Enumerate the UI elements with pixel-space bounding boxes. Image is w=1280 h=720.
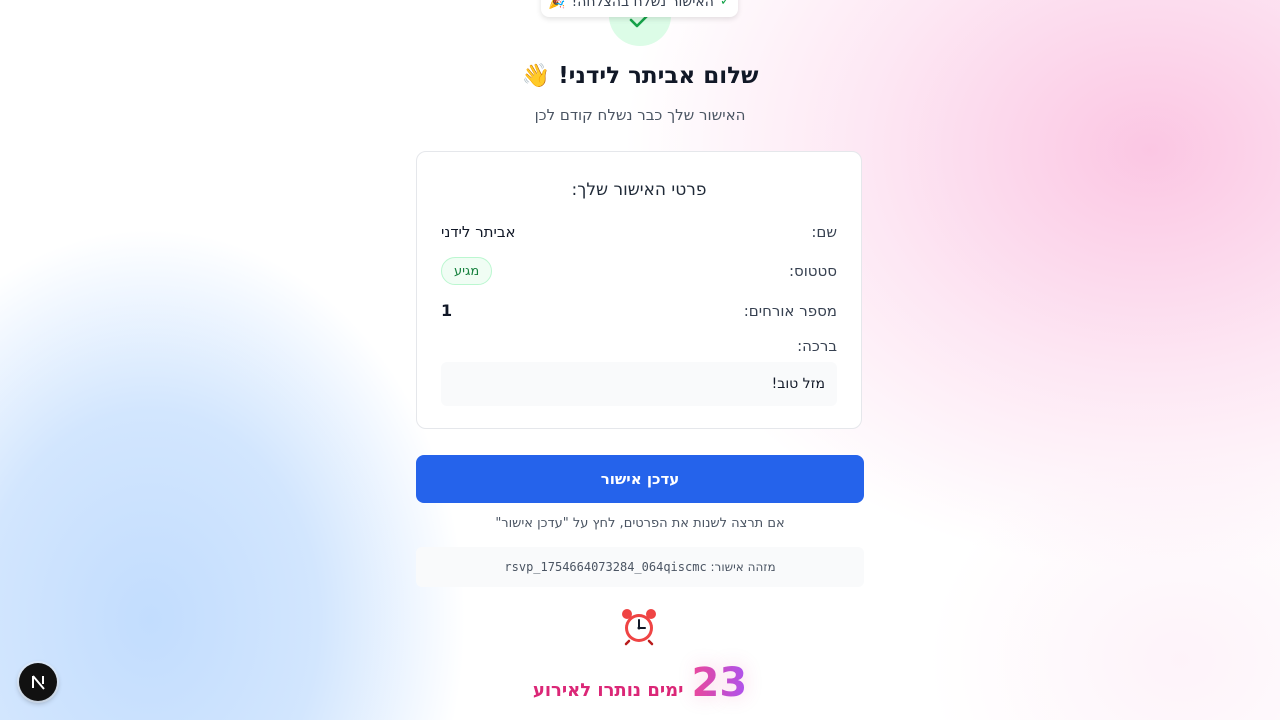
party-popper-icon: 🎉 [548,0,566,10]
nextjs-logo-icon [32,675,45,690]
rsvp-details-card: פרטי האישור שלך: שם: אביתר לידני סטטוס: … [416,151,862,429]
update-hint: אם תרצה לשנות את הפרטים, לחץ על "עדכן אי… [495,516,785,531]
details-card-title: פרטי האישור שלך: [571,180,707,200]
update-rsvp-button[interactable]: עדכן אישור [416,455,864,503]
event-countdown: 23 ימים נותרו לאירוע [0,660,1280,706]
alarm-clock-icon [622,609,656,646]
name-label: שם: [811,223,837,241]
nextjs-dev-indicator[interactable] [19,663,57,701]
page-title: שלום אביתר לידני! 👋 [0,62,1280,89]
status-label: סטטוס: [788,262,837,280]
name-row: שם: אביתר לידני [441,223,837,241]
toast-check-icon: ✓ [719,0,731,9]
greeting-text: שלום אביתר לידני! [558,63,759,89]
guests-value: 1 [441,301,453,320]
guests-label: מספר אורחים: [743,301,837,320]
blessing-label: ברכה: [797,337,837,355]
rsvp-id-box: מזהה אישור: rsvp_1754664073284_064qiscmc [416,547,864,587]
rsvp-confirmation-page: ✓ האישור נשלח בהצלחה! 🎉 שלום אביתר לידני… [0,0,1280,720]
blessing-value: מזל טוב! [441,362,837,406]
rsvp-id-value: rsvp_1754664073284_064qiscmc [504,560,707,574]
guests-row: מספר אורחים: 1 [441,301,837,320]
success-toast: ✓ האישור נשלח בהצלחה! 🎉 [541,0,738,17]
countdown-text: ימים נותרו לאירוע [532,680,684,701]
rsvp-id-label: מזהה אישור: [710,560,776,574]
status-badge: מגיע [441,257,493,285]
page-subtitle: האישור שלך כבר נשלח קודם לכן [534,106,746,124]
status-row: סטטוס: מגיע [441,256,837,286]
toast-text: האישור נשלח בהצלחה! [571,0,714,10]
waving-hand-icon: 👋 [521,63,551,89]
name-value: אביתר לידני [441,223,516,241]
countdown-days: 23 [691,660,748,706]
